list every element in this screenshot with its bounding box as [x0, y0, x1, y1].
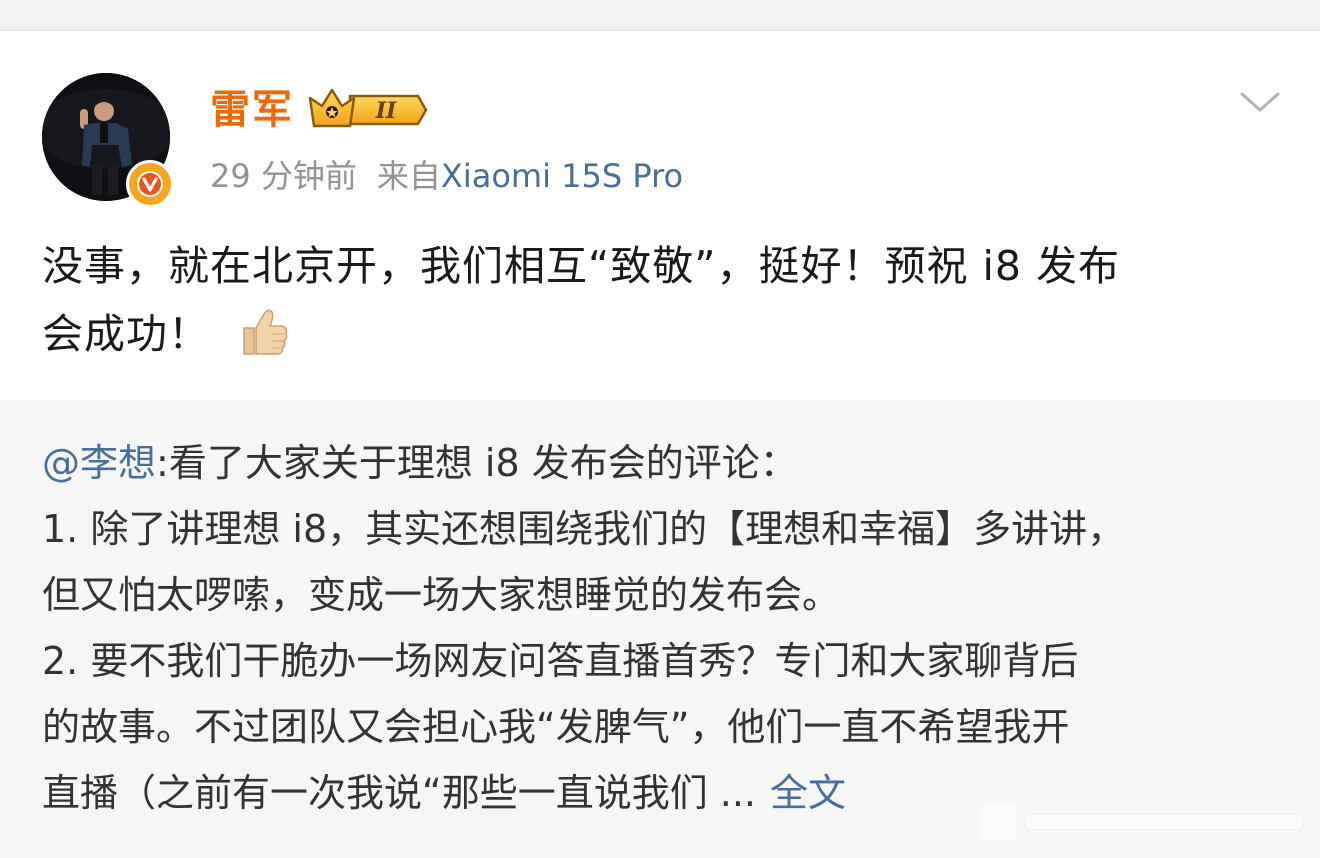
post-time: 29 分钟前	[210, 157, 357, 195]
crown-badge-icon[interactable]: II	[308, 86, 428, 134]
thumbs-up-icon	[243, 309, 288, 355]
repost-line-2: 1. 除了讲理想 i8，其实还想围绕我们的【理想和幸福】多讲讲，	[42, 507, 1126, 551]
repost-intro: :看了大家关于理想 i8 发布会的评论：	[156, 441, 798, 485]
post-line-2: 会成功！	[42, 310, 210, 358]
top-spacer	[0, 0, 1320, 30]
repost-content: @李想:看了大家关于理想 i8 发布会的评论： 1. 除了讲理想 i8，其实还想…	[42, 430, 1292, 826]
chevron-down-icon[interactable]	[1236, 84, 1284, 120]
repost-line-5: 的故事。不过团队又会担心我“发脾气”，他们一直不希望我开	[42, 705, 1070, 749]
top-divider	[0, 30, 1320, 31]
repost-line-4: 2. 要不我们干脆办一场网友问答直播首秀？专门和大家聊背后	[42, 639, 1079, 683]
post-content: 没事，就在北京开，我们相互“致敬”，挺好！预祝 i8 发布 会成功！	[42, 232, 1282, 368]
verified-badge	[126, 160, 174, 208]
source-prefix: 来自	[376, 157, 441, 195]
repost-line-6: 直播（之前有一次我说“那些一直说我们 ...	[42, 771, 757, 815]
level-badge-text: II	[375, 98, 397, 124]
verified-v-icon	[137, 171, 163, 197]
username[interactable]: 雷军	[210, 84, 294, 136]
post-line-1: 没事，就在北京开，我们相互“致敬”，挺好！预祝 i8 发布	[42, 242, 1121, 290]
watermark-icon	[980, 804, 1305, 840]
source-device-link[interactable]: Xiaomi 15S Pro	[441, 157, 683, 195]
post-meta: 29 分钟前 来自Xiaomi 15S Pro	[210, 152, 683, 200]
mention-link[interactable]: @李想	[42, 441, 156, 485]
full-text-link[interactable]: 全文	[770, 771, 846, 815]
repost-line-3: 但又怕太啰嗦，变成一场大家想睡觉的发布会。	[42, 573, 841, 617]
